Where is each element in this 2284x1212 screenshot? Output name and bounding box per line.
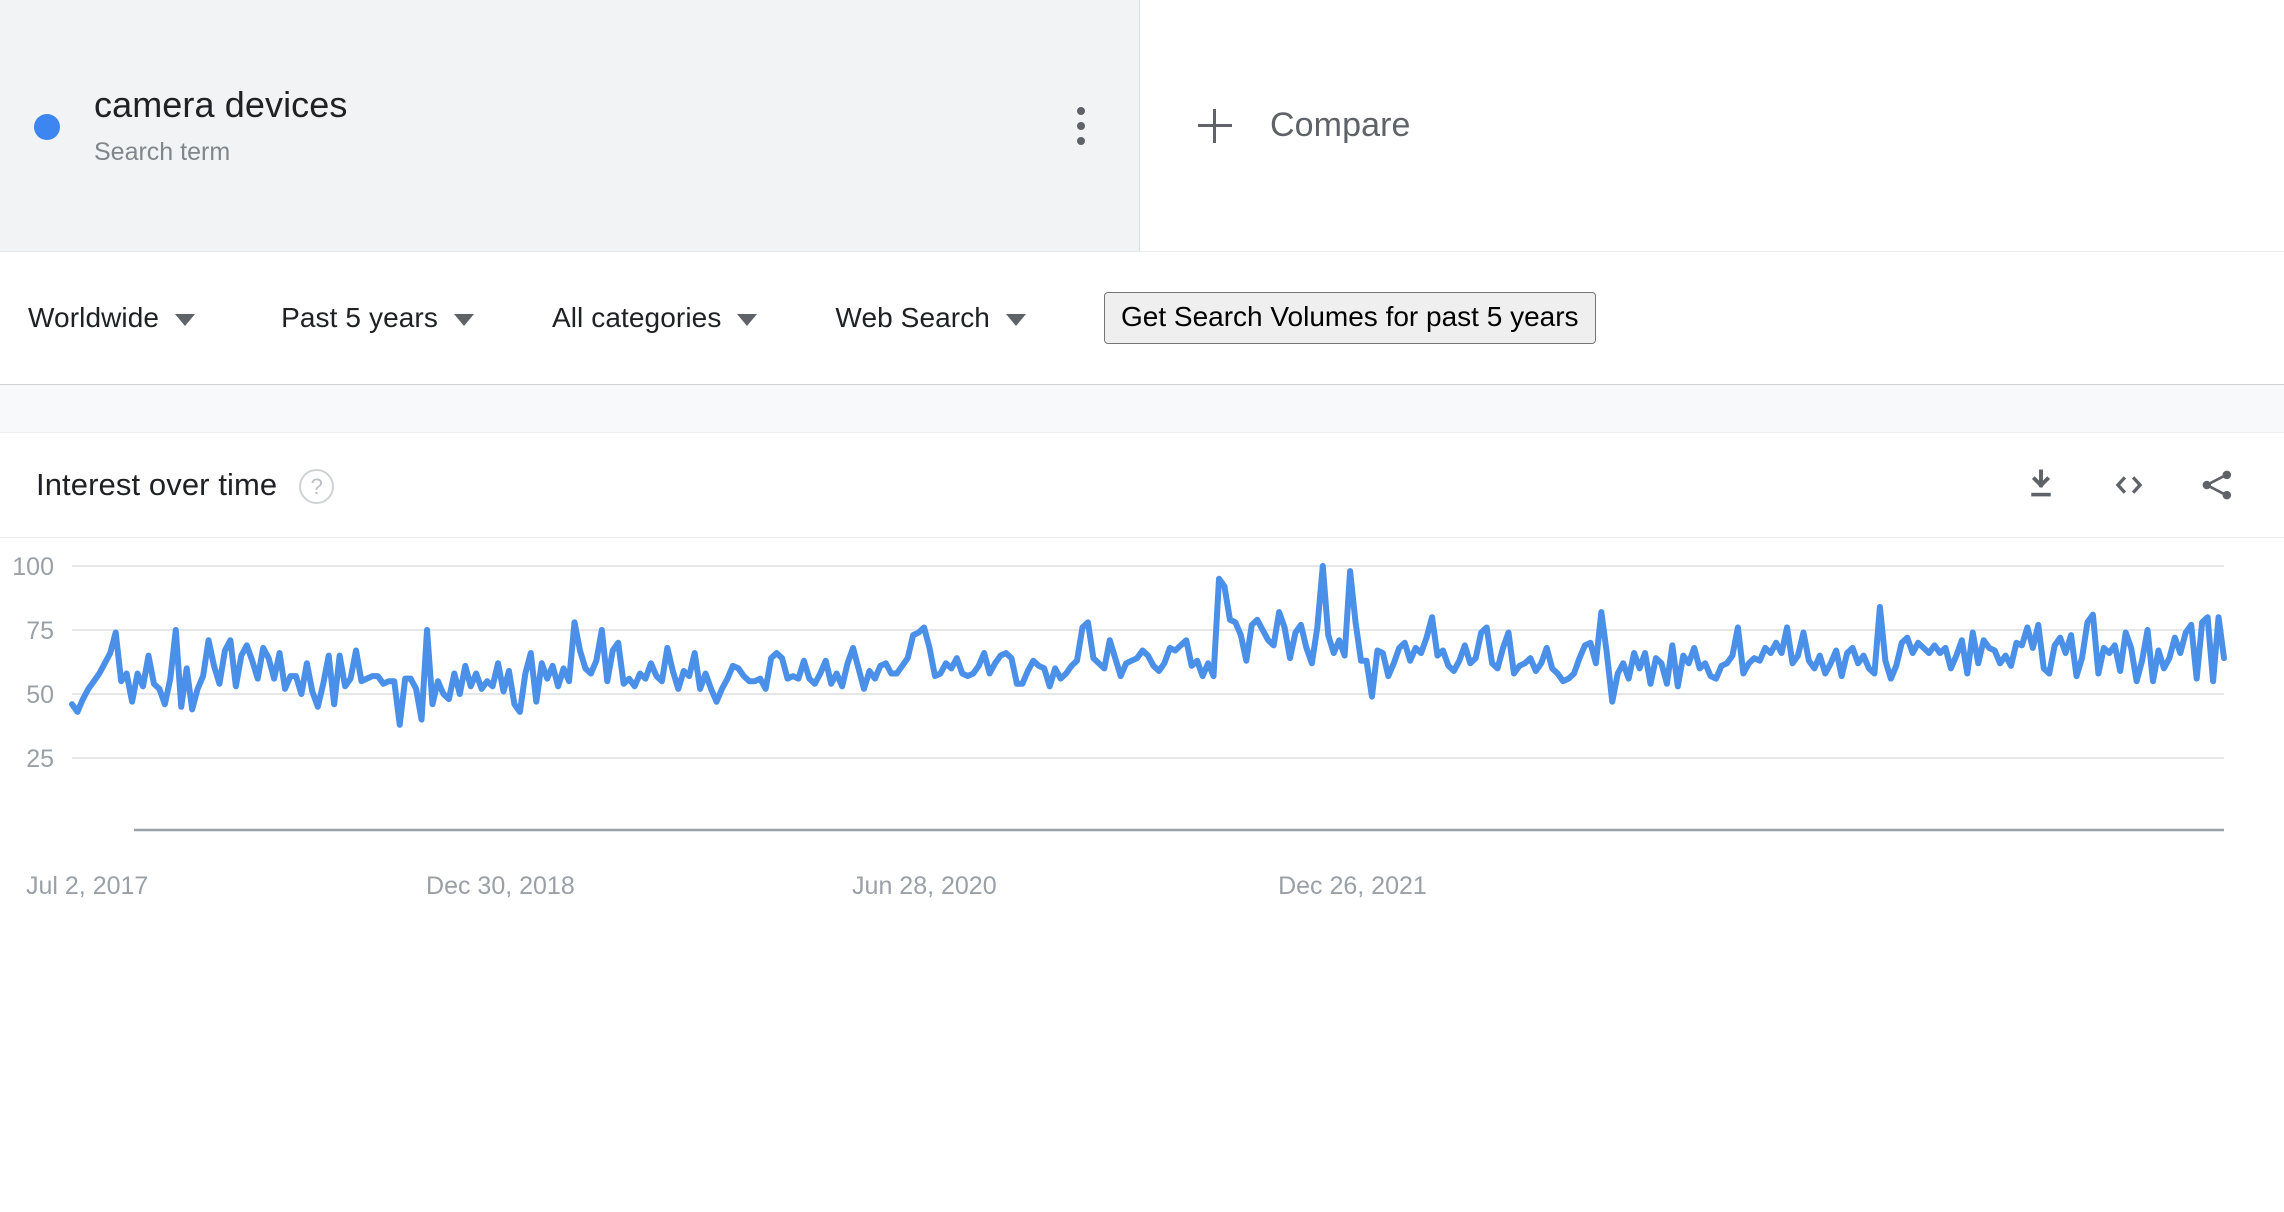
compare-label: Compare (1270, 106, 1411, 144)
filter-search-type[interactable]: Web Search (835, 302, 1026, 334)
search-term-type: Search term (94, 137, 231, 166)
filter-location[interactable]: Worldwide (28, 302, 196, 334)
chevron-down-icon (453, 314, 474, 326)
kebab-dot (1077, 106, 1085, 115)
kebab-menu-icon[interactable] (1059, 98, 1103, 154)
y-axis-tick-label: 75 (26, 617, 54, 645)
x-axis-tick-label: Jul 2, 2017 (26, 872, 148, 900)
chart-header: Interest over time ? (0, 433, 2284, 538)
help-circle-icon[interactable]: ? (299, 469, 335, 504)
x-axis-tick-label: Dec 26, 2021 (1278, 872, 1427, 900)
kebab-dot (1077, 121, 1085, 130)
filter-location-label: Worldwide (28, 302, 160, 333)
kebab-dot (1077, 136, 1085, 145)
share-icon[interactable] (2194, 462, 2240, 508)
embed-code-icon[interactable] (2106, 462, 2152, 508)
search-term-header: camera devices Search term Compare (0, 0, 2284, 252)
get-search-volumes-button[interactable]: Get Search Volumes for past 5 years (1103, 292, 1596, 344)
chevron-down-icon (737, 314, 758, 326)
chart-actions (2018, 462, 2248, 508)
series-color-dot (34, 113, 60, 140)
filter-bar: Worldwide Past 5 years All categories We… (0, 252, 2284, 385)
compare-button[interactable]: Compare (1140, 0, 2284, 251)
chevron-down-icon (175, 314, 196, 326)
filter-timerange[interactable]: Past 5 years (281, 302, 474, 334)
chart-title: Interest over time (36, 467, 278, 502)
plus-icon (1198, 108, 1232, 143)
filter-category-label: All categories (551, 302, 722, 333)
section-separator (0, 385, 2284, 433)
chevron-down-icon (1005, 314, 1026, 326)
interest-over-time-plot[interactable]: 25 50 75 100 Jul 2, 2017 Dec 30, 2018 Jun 28, … (0, 538, 2284, 1212)
x-axis-tick-label: Dec 30, 2018 (426, 872, 575, 900)
y-axis-tick-label: 50 (26, 681, 54, 709)
trends-line-chart[interactable]: 25 50 75 100 Jul 2, 2017 Dec 30, 2018 Jun 28, … (0, 538, 2284, 1212)
search-term-title: camera devices (94, 84, 348, 126)
download-icon[interactable] (2018, 462, 2064, 508)
trend-line (69, 563, 2227, 728)
search-term-text: camera devices Search term (94, 84, 1059, 166)
search-term-card[interactable]: camera devices Search term (0, 0, 1140, 251)
interest-over-time-card: Interest over time ? 25 50 75 100 Jul 2,… (0, 433, 2284, 1212)
filter-category[interactable]: All categories (551, 302, 758, 334)
filter-search-type-label: Web Search (835, 302, 990, 333)
y-axis-tick-label: 25 (26, 745, 54, 773)
y-axis-tick-label: 100 (12, 553, 54, 581)
x-axis-tick-label: Jun 28, 2020 (852, 872, 997, 900)
filter-timerange-label: Past 5 years (281, 302, 438, 333)
